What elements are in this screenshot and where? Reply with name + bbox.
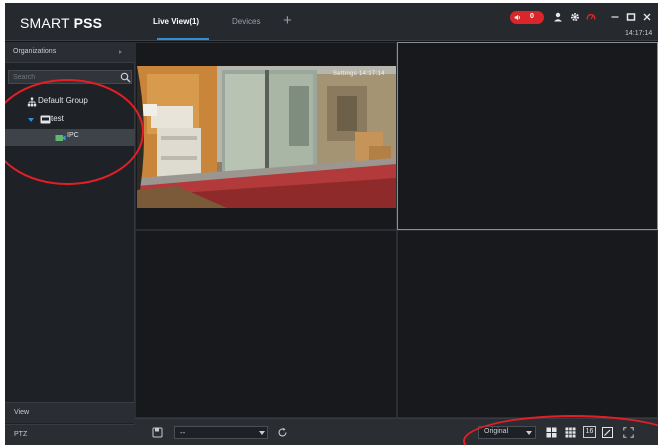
video-grid: Settings 14:17:14 (135, 42, 658, 418)
add-tab-button[interactable]: + (283, 13, 292, 28)
view-select-dropdown[interactable]: -- (174, 426, 268, 439)
speaker-icon (514, 14, 521, 21)
alarm-indicator[interactable]: 0 (510, 11, 544, 24)
tab-devices[interactable]: Devices (232, 17, 260, 26)
sidebar: Organizations Default Group (5, 42, 135, 445)
video-pane-3[interactable] (135, 230, 397, 418)
ptz-label: PTZ (14, 431, 28, 438)
tab-live-view[interactable]: Live View(1) (153, 17, 199, 26)
ipc-camera-icon (55, 135, 66, 141)
title-bar: SMART PSS Live View(1) Devices + 0 14:17… (5, 3, 658, 41)
search-box (8, 70, 132, 84)
gear-icon[interactable] (570, 12, 580, 22)
tree-item-label: test (51, 114, 64, 123)
search-icon[interactable] (120, 72, 131, 83)
tree-item-ipc-channel[interactable]: IPC (5, 129, 135, 146)
custom-layout-icon[interactable] (602, 427, 613, 438)
camera-timestamp: Settings 14:17:14 (333, 71, 385, 77)
ptz-panel-header[interactable]: PTZ (5, 424, 135, 445)
fullscreen-icon[interactable] (623, 427, 634, 438)
aspect-ratio-dropdown[interactable]: Original (478, 426, 536, 439)
view-panel-header[interactable]: View (5, 402, 135, 423)
dropdown-arrow-icon (259, 431, 265, 435)
live-view-toolbar: -- Original 16 (135, 418, 658, 445)
minimize-icon[interactable] (610, 12, 620, 22)
split-9-layout-icon[interactable] (565, 427, 576, 438)
organizations-header[interactable]: Organizations (5, 42, 135, 63)
expand-caret-icon[interactable] (28, 118, 34, 122)
split-4-layout-icon[interactable] (546, 427, 557, 438)
smart-pss-window: SMART PSS Live View(1) Devices + 0 14:17… (5, 3, 658, 445)
live-camera-feed (137, 66, 396, 208)
tree-item-label: IPC (67, 132, 79, 139)
video-pane-2[interactable] (397, 42, 658, 230)
refresh-icon[interactable] (277, 427, 288, 438)
maximize-icon[interactable] (626, 12, 636, 22)
active-tab-indicator (157, 38, 209, 40)
performance-gauge-icon[interactable] (586, 12, 596, 22)
video-pane-4[interactable] (397, 230, 658, 418)
organizations-label: Organizations (13, 48, 57, 55)
user-icon[interactable] (553, 12, 563, 22)
app-logo: SMART PSS (20, 15, 103, 31)
chevron-right-icon (119, 50, 122, 54)
search-input[interactable] (9, 71, 117, 83)
tree-item-default-group[interactable]: Default Group (5, 93, 135, 110)
view-select-value: -- (180, 428, 186, 437)
view-label: View (14, 409, 30, 416)
close-icon[interactable] (642, 12, 652, 22)
tree-item-label: Default Group (38, 96, 88, 105)
clock: 14:17:14 (625, 30, 653, 37)
alarm-count: 0 (530, 13, 534, 20)
dropdown-arrow-icon (526, 431, 532, 435)
video-pane-1[interactable]: Settings 14:17:14 (135, 42, 397, 230)
organization-icon (27, 97, 37, 107)
nvr-device-icon (40, 115, 51, 124)
tree-item-test-device[interactable]: test (5, 111, 135, 128)
save-view-icon[interactable] (152, 427, 163, 438)
aspect-ratio-value: Original (484, 428, 509, 435)
split-16-layout-button[interactable]: 16 (583, 426, 596, 438)
